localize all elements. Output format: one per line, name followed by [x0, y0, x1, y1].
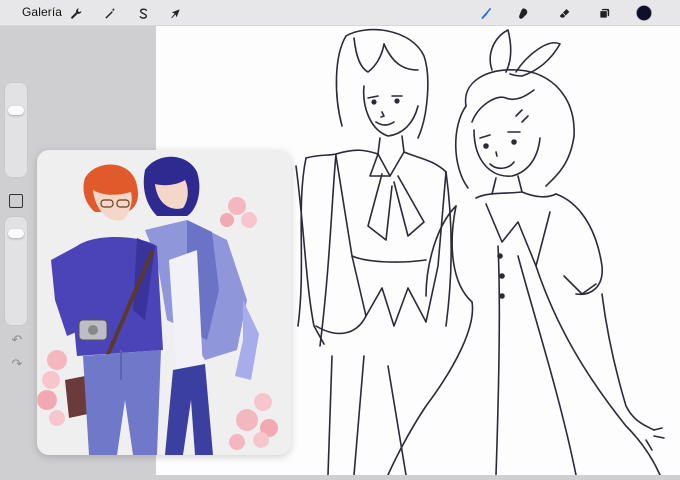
reference-illustration	[37, 156, 278, 455]
color-swatch[interactable]	[634, 3, 654, 23]
wrench-icon[interactable]	[66, 3, 86, 23]
sidebar: ↶ ↷	[2, 82, 30, 382]
reference-image-panel[interactable]	[37, 150, 291, 455]
opacity-thumb[interactable]	[8, 229, 24, 239]
layers-icon[interactable]	[594, 3, 614, 23]
redo-icon[interactable]: ↷	[10, 357, 24, 370]
gallery-button[interactable]: Galería	[22, 5, 62, 19]
top-toolbar: Galería	[0, 0, 680, 26]
selection-s-icon[interactable]	[133, 3, 153, 23]
square-icon[interactable]	[9, 194, 23, 208]
brush-size-thumb[interactable]	[8, 105, 24, 115]
magic-wand-icon[interactable]	[100, 3, 120, 23]
brush-icon[interactable]	[475, 3, 495, 23]
opacity-slider[interactable]	[4, 216, 28, 326]
eraser-icon[interactable]	[554, 3, 574, 23]
smudge-icon[interactable]	[513, 3, 533, 23]
arrow-cursor-icon[interactable]	[165, 3, 185, 23]
undo-icon[interactable]: ↶	[10, 333, 24, 346]
brush-size-slider[interactable]	[4, 82, 28, 178]
